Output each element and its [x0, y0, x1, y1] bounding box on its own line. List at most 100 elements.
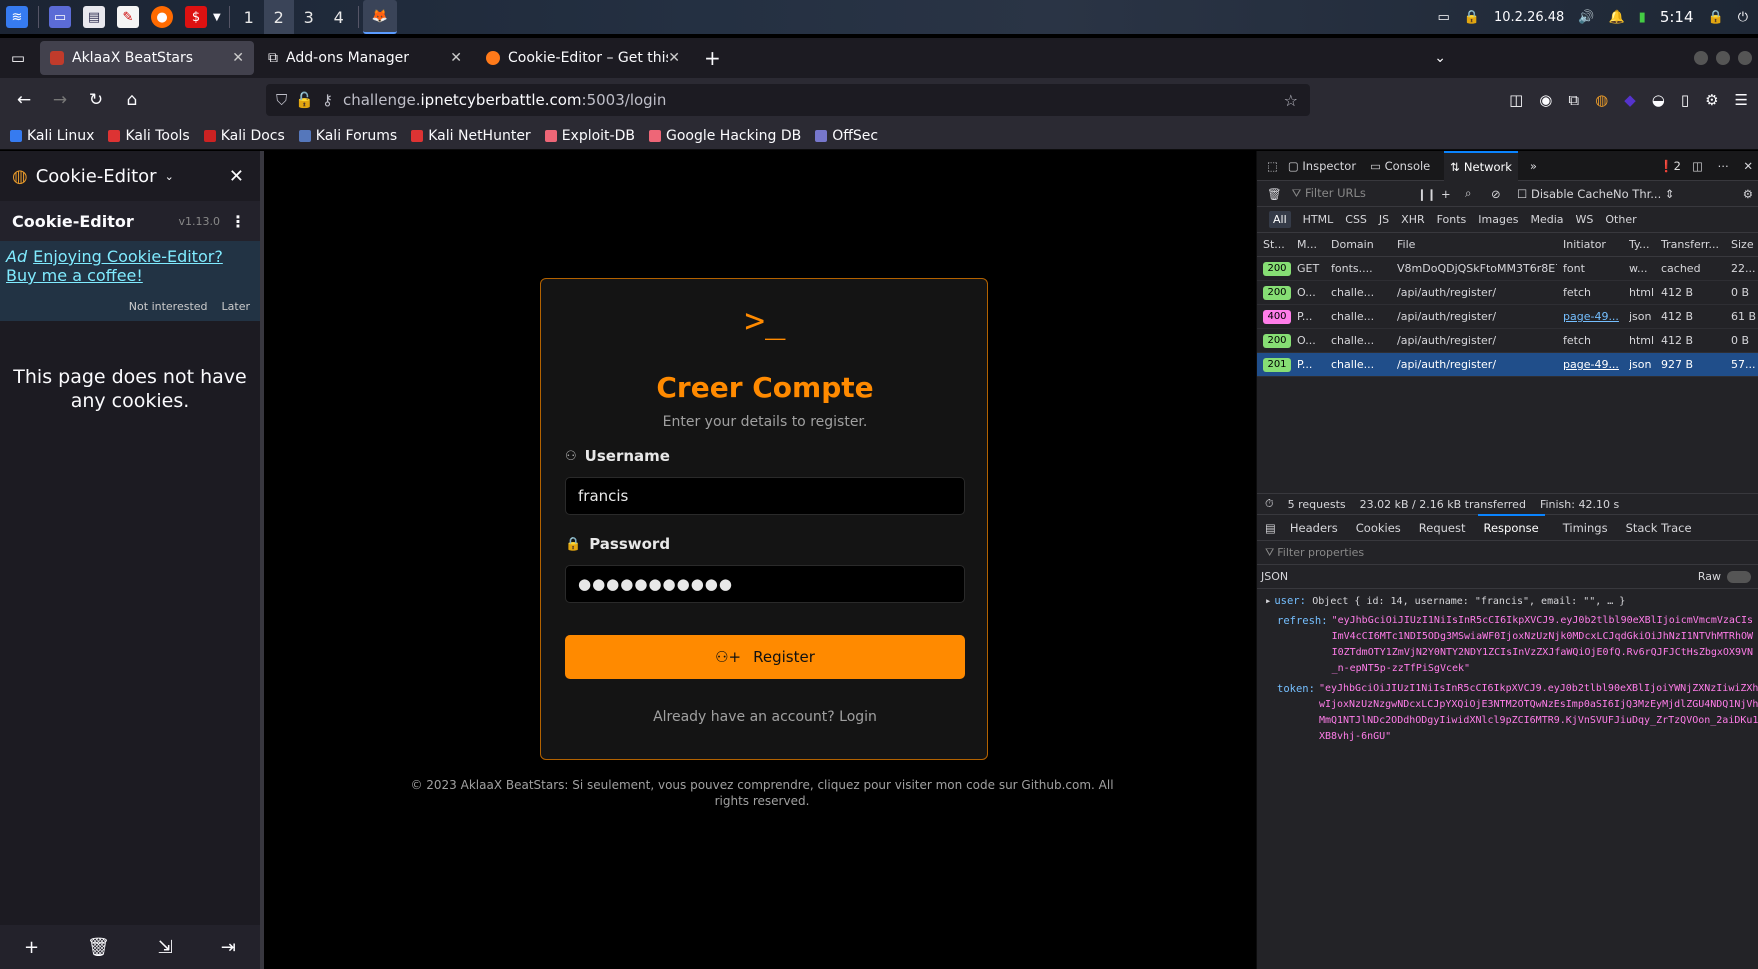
- throttle-select[interactable]: No Thr... ⇕: [1613, 187, 1675, 201]
- workspace-3[interactable]: 3: [294, 0, 324, 34]
- filter-other[interactable]: Other: [1605, 213, 1636, 226]
- network-settings-icon[interactable]: ⚙: [1743, 187, 1753, 201]
- column-domain[interactable]: Domain: [1331, 238, 1391, 251]
- file-manager-icon[interactable]: ▤: [83, 6, 105, 28]
- filter-all[interactable]: All: [1269, 211, 1291, 228]
- tab-inspector[interactable]: ▢ Inspector: [1288, 159, 1356, 173]
- json-user-row[interactable]: ▸ user: Object { id: 14, username: "franc…: [1257, 593, 1758, 610]
- expand-arrow-icon[interactable]: ▸: [1265, 595, 1271, 607]
- add-filter-icon[interactable]: +: [1441, 187, 1451, 201]
- search-icon[interactable]: ⌕: [1465, 186, 1471, 201]
- filter-properties-input[interactable]: ⛛ Filter properties: [1257, 541, 1758, 565]
- clear-icon[interactable]: 🗑: [1267, 187, 1282, 201]
- filter-images[interactable]: Images: [1478, 213, 1518, 226]
- export-icon[interactable]: ⇥: [221, 937, 236, 958]
- register-button[interactable]: ⚇+ Register: [565, 635, 965, 679]
- json-token-row[interactable]: token: "eyJhbGciOiJIUzI1NiIsInR5cCI6IkpX…: [1257, 681, 1758, 745]
- bookmark-kali-nethunter[interactable]: Kali NetHunter: [411, 128, 531, 144]
- screen-icon[interactable]: ▭: [1438, 10, 1450, 25]
- error-badge[interactable]: ❗2: [1659, 159, 1681, 173]
- devtools-menu-icon[interactable]: ⋯: [1718, 159, 1730, 173]
- request-row[interactable]: 200 O... challe... /api/auth/register/fetch…: [1257, 281, 1758, 305]
- add-cookie-icon[interactable]: +: [24, 937, 39, 958]
- volume-icon[interactable]: 🔊: [1578, 10, 1594, 25]
- tab-overview-icon[interactable]: ▭: [0, 49, 36, 67]
- bookmark-exploit-db[interactable]: Exploit-DB: [544, 128, 635, 144]
- column-method[interactable]: M...: [1297, 238, 1325, 251]
- login-link[interactable]: Already have an account? Login: [541, 709, 989, 725]
- bookmark-google-hacking-db[interactable]: Google Hacking DB: [648, 128, 801, 144]
- notes-icon[interactable]: ▯: [1681, 91, 1689, 109]
- new-tab-icon[interactable]: +: [704, 46, 721, 70]
- home-icon[interactable]: ⌂: [114, 90, 150, 110]
- reload-icon[interactable]: ↻: [78, 90, 114, 110]
- filter-js[interactable]: JS: [1379, 213, 1389, 226]
- chevron-down-icon[interactable]: ⌄: [165, 170, 174, 183]
- workspace-2[interactable]: 2: [263, 0, 294, 34]
- column-transferred[interactable]: Transferr...: [1661, 238, 1725, 251]
- raw-toggle[interactable]: Raw: [1698, 570, 1751, 583]
- more-tabs-icon[interactable]: »: [1530, 159, 1537, 173]
- delete-all-icon[interactable]: 🗑: [87, 937, 110, 958]
- settings-extension-icon[interactable]: ⚙: [1705, 91, 1718, 109]
- tab-cookies[interactable]: Cookies: [1356, 521, 1401, 535]
- filter-fonts[interactable]: Fonts: [1437, 213, 1467, 226]
- element-picker-icon[interactable]: ⬚: [1267, 159, 1278, 173]
- filter-media[interactable]: Media: [1530, 213, 1563, 226]
- filter-html[interactable]: HTML: [1303, 213, 1334, 226]
- bookmark-kali-tools[interactable]: Kali Tools: [108, 128, 190, 144]
- request-initiator[interactable]: font: [1563, 262, 1623, 275]
- tab-addons[interactable]: ⧉ Add-ons Manager ✕: [258, 41, 472, 75]
- later-button[interactable]: Later: [222, 300, 250, 313]
- close-window-icon[interactable]: [1738, 51, 1752, 65]
- power-icon[interactable]: ⏻: [1738, 10, 1748, 25]
- toggle-sidebar-icon[interactable]: ▤: [1265, 521, 1276, 535]
- account-icon[interactable]: ◉: [1539, 91, 1552, 109]
- dock-icon[interactable]: ◫: [1692, 159, 1703, 173]
- sidebar-title[interactable]: Cookie-Editor: [36, 166, 157, 187]
- column-status[interactable]: St...: [1263, 238, 1293, 251]
- spy-icon[interactable]: ◒: [1652, 91, 1665, 109]
- bookmark-kali-forums[interactable]: Kali Forums: [298, 128, 397, 144]
- battery-icon[interactable]: ▮: [1639, 10, 1646, 25]
- request-row[interactable]: 201 P... challe... /api/auth/register/page-…: [1257, 353, 1758, 377]
- bookmark-kali-linux[interactable]: Kali Linux: [10, 128, 94, 144]
- chevron-down-icon[interactable]: ▼: [213, 12, 221, 23]
- close-tab-icon[interactable]: ✕: [232, 50, 244, 66]
- kali-menu-icon[interactable]: ≋: [6, 6, 28, 28]
- filter-xhr[interactable]: XHR: [1401, 213, 1424, 226]
- tab-request[interactable]: Request: [1419, 521, 1466, 535]
- column-file[interactable]: File: [1397, 238, 1557, 251]
- bookmark-star-icon[interactable]: ☆: [1284, 91, 1298, 110]
- insecure-lock-icon[interactable]: 🔓: [295, 91, 314, 109]
- tab-headers[interactable]: Headers: [1290, 521, 1338, 535]
- close-devtools-icon[interactable]: ✕: [1743, 159, 1753, 173]
- block-icon[interactable]: ⊘: [1491, 187, 1501, 201]
- import-icon[interactable]: ⇲: [158, 937, 173, 958]
- firefox-launcher-icon[interactable]: ●: [151, 6, 173, 28]
- shield-icon[interactable]: ⛉: [276, 91, 287, 109]
- bookmark-offsec[interactable]: OffSec: [815, 128, 878, 144]
- close-tab-icon[interactable]: ✕: [668, 50, 680, 66]
- lock-screen-icon[interactable]: 🔒: [1708, 10, 1724, 25]
- tab-timings[interactable]: Timings: [1563, 521, 1608, 535]
- tab-network[interactable]: ⇅ Network: [1444, 150, 1518, 181]
- vpn-lock-icon[interactable]: 🔒: [1464, 10, 1480, 25]
- close-tab-icon[interactable]: ✕: [450, 50, 462, 66]
- kebab-menu-icon[interactable]: ⋮: [230, 212, 246, 231]
- firefox-window-icon[interactable]: 🦊: [362, 0, 397, 34]
- workspace-1[interactable]: 1: [234, 0, 264, 34]
- password-input[interactable]: ●●●●●●●●●●●: [565, 565, 965, 603]
- permissions-key-icon[interactable]: ⚷: [322, 91, 333, 109]
- proxy-icon[interactable]: ◆: [1624, 91, 1636, 109]
- menu-icon[interactable]: ☰: [1735, 91, 1748, 109]
- column-type[interactable]: Ty...: [1629, 238, 1655, 251]
- terminal-icon[interactable]: $: [185, 6, 207, 28]
- tab-response[interactable]: Response: [1477, 514, 1545, 541]
- close-sidebar-icon[interactable]: ✕: [229, 166, 244, 187]
- pause-icon[interactable]: ❙❙: [1417, 187, 1436, 201]
- workspace-4[interactable]: 4: [324, 0, 354, 34]
- request-row[interactable]: 400 P... challe... /api/auth/register/page-…: [1257, 305, 1758, 329]
- extensions-icon[interactable]: ⧉: [1568, 91, 1579, 109]
- not-interested-button[interactable]: Not interested: [129, 300, 208, 313]
